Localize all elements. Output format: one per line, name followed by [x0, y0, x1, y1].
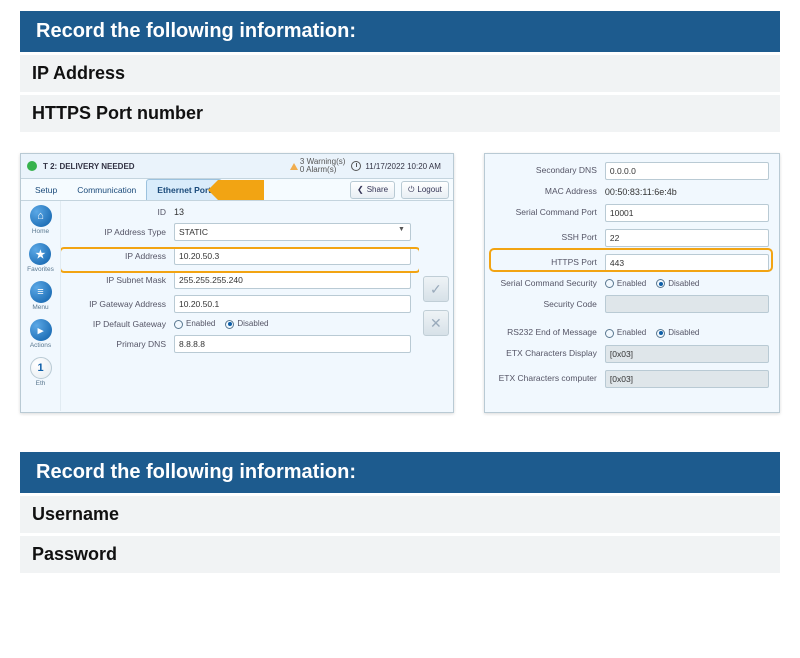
record-table-credentials: Record the following information: Userna…: [20, 449, 780, 576]
record-heading-2: Record the following information:: [20, 452, 780, 493]
screenshot-ports: Secondary DNS0.0.0.0 MAC Address00:50:83…: [484, 153, 780, 413]
rs232-eom-radio[interactable]: Enabled Disabled: [605, 328, 769, 337]
etx-display-input[interactable]: [0x03]: [605, 345, 769, 363]
action-column: ✓ ✕: [419, 201, 453, 411]
ip-address-label: IP Address: [69, 251, 174, 261]
screenshots-row: T 2: DELIVERY NEEDED 3 Warning(s) 0 Alar…: [20, 153, 780, 413]
status-dot-icon: [27, 161, 37, 171]
sec-dns-label: Secondary DNS: [495, 166, 605, 175]
security-code-label: Security Code: [495, 300, 605, 309]
radio-icon: [605, 329, 614, 338]
radio-icon: [656, 329, 665, 338]
radio-icon: [656, 279, 665, 288]
share-icon: ❮: [357, 185, 364, 194]
row-value-password: [408, 536, 780, 573]
sec-dns-input[interactable]: 0.0.0.0: [605, 162, 769, 180]
serial-cmd-port-label: Serial Command Port: [495, 208, 605, 217]
radio-icon: [225, 320, 234, 329]
etx-computer-label: ETX Characters computer: [495, 374, 605, 383]
callout-arrow-icon: [218, 180, 264, 200]
default-gateway-radio[interactable]: Enabled Disabled: [174, 319, 411, 328]
close-icon: ✕: [430, 315, 442, 332]
row-label-ip: IP Address: [20, 55, 408, 92]
sidebar-home[interactable]: ⌂ Home: [30, 205, 52, 235]
tab-bar: Setup Communication Ethernet Port ❮ Shar…: [21, 179, 453, 201]
id-label: ID: [69, 207, 174, 217]
warning-icon: [290, 163, 298, 170]
rs232-eom-label: RS232 End of Message: [495, 328, 605, 337]
default-gateway-label: IP Default Gateway: [69, 319, 174, 329]
record-heading: Record the following information:: [20, 11, 780, 52]
gateway-input[interactable]: 10.20.50.1: [174, 295, 411, 313]
check-icon: ✓: [430, 281, 442, 298]
form-area: ID 13 IP Address Type STATIC IP Address …: [61, 201, 419, 411]
titlebar: T 2: DELIVERY NEEDED 3 Warning(s) 0 Alar…: [21, 154, 453, 179]
primary-dns-label: Primary DNS: [69, 339, 174, 349]
row-value-ip: [408, 55, 780, 92]
actions-icon: ▸: [30, 319, 52, 341]
ip-address-input[interactable]: 10.20.50.3: [174, 247, 411, 265]
warnings-indicator[interactable]: 3 Warning(s) 0 Alarm(s): [290, 158, 346, 174]
serial-cmd-security-label: Serial Command Security: [495, 279, 605, 288]
eth-number-icon: 1: [30, 357, 52, 379]
tab-communication[interactable]: Communication: [67, 180, 146, 200]
cancel-button[interactable]: ✕: [423, 310, 449, 336]
etx-computer-input[interactable]: [0x03]: [605, 370, 769, 388]
warning-text: 3 Warning(s) 0 Alarm(s): [300, 158, 346, 174]
ssh-port-input[interactable]: 22: [605, 229, 769, 247]
primary-dns-input[interactable]: 8.8.8.8: [174, 335, 411, 353]
https-port-label: HTTPS Port: [495, 258, 605, 267]
row-label-username: Username: [20, 496, 408, 533]
record-table-network: Record the following information: IP Add…: [20, 8, 780, 135]
subnet-label: IP Subnet Mask: [69, 275, 174, 285]
star-icon: ★: [29, 243, 51, 265]
ssh-port-label: SSH Port: [495, 233, 605, 242]
logout-button[interactable]: ⏻ Logout: [401, 181, 449, 199]
row-label-password: Password: [20, 536, 408, 573]
clock-icon: [351, 161, 361, 171]
serial-cmd-security-radio[interactable]: Enabled Disabled: [605, 279, 769, 288]
datetime: 11/17/2022 10:20 AM: [365, 162, 440, 171]
window-title: T 2: DELIVERY NEEDED: [43, 162, 135, 171]
sidebar-menu[interactable]: ≡ Menu: [30, 281, 52, 311]
gateway-label: IP Gateway Address: [69, 299, 174, 309]
menu-icon: ≡: [30, 281, 52, 303]
row-label-https: HTTPS Port number: [20, 95, 408, 132]
sidebar-actions[interactable]: ▸ Actions: [30, 319, 52, 349]
screenshot-eth-port: T 2: DELIVERY NEEDED 3 Warning(s) 0 Alar…: [20, 153, 454, 413]
ip-type-select[interactable]: STATIC: [174, 223, 411, 241]
mac-label: MAC Address: [495, 187, 605, 196]
power-icon: ⏻: [408, 185, 414, 195]
https-port-input[interactable]: 443: [605, 254, 769, 272]
id-value: 13: [174, 207, 411, 217]
radio-icon: [605, 279, 614, 288]
ip-type-label: IP Address Type: [69, 227, 174, 237]
left-sidebar: ⌂ Home ★ Favorites ≡ Menu ▸ Actions 1: [21, 201, 61, 411]
sidebar-favorites[interactable]: ★ Favorites: [27, 243, 54, 273]
security-code-input[interactable]: [605, 295, 769, 313]
sidebar-eth[interactable]: 1 Eth: [30, 357, 52, 387]
home-icon: ⌂: [30, 205, 52, 227]
mac-value: 00:50:83:11:6e:4b: [605, 187, 769, 197]
radio-icon: [174, 320, 183, 329]
row-value-username: [408, 496, 780, 533]
tab-setup[interactable]: Setup: [25, 180, 67, 200]
etx-display-label: ETX Characters Display: [495, 349, 605, 358]
serial-cmd-port-input[interactable]: 10001: [605, 204, 769, 222]
row-value-https: [408, 95, 780, 132]
subnet-input[interactable]: 255.255.255.240: [174, 271, 411, 289]
share-button[interactable]: ❮ Share: [350, 181, 395, 199]
confirm-button[interactable]: ✓: [423, 276, 449, 302]
